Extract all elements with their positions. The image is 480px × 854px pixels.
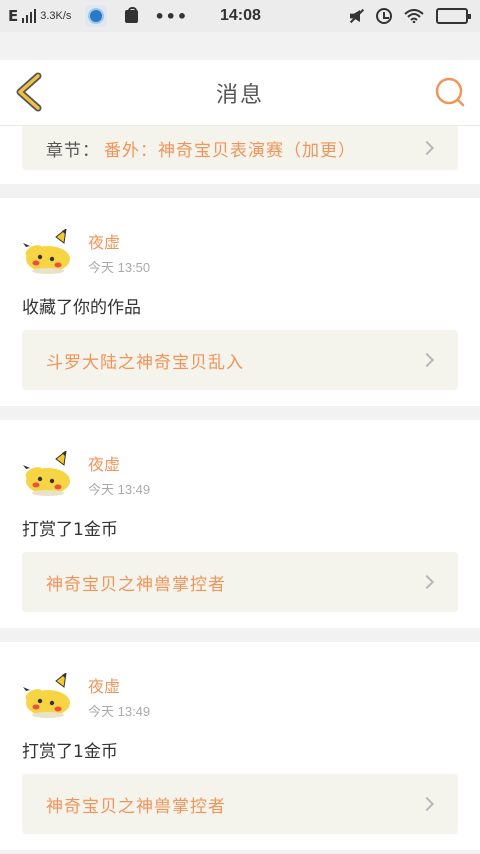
chapter-name: 番外：神奇宝贝表演赛（加更）	[104, 140, 356, 161]
user-info: 夜虚 今天 13:50	[88, 229, 150, 276]
network-speed: 3.3K/s	[40, 10, 72, 22]
chevron-right-icon	[419, 140, 435, 156]
work-title: 斗罗大陆之神奇宝贝乱入	[46, 352, 244, 373]
avatar[interactable]	[22, 673, 76, 719]
avatar[interactable]	[22, 229, 76, 275]
work-link[interactable]: 斗罗大陆之神奇宝贝乱入	[22, 330, 458, 390]
message-header: 夜虚 今天 13:49	[22, 642, 458, 724]
user-name[interactable]: 夜虚	[88, 451, 150, 475]
avatar[interactable]	[22, 451, 76, 497]
message-time: 今天 13:49	[88, 703, 151, 719]
user-name[interactable]: 夜虚	[88, 229, 150, 253]
message-card: 夜虚 今天 13:49 打赏了1金币 神奇宝贝之神兽掌控者	[0, 642, 480, 850]
message-header: 夜虚 今天 13:50	[22, 198, 458, 280]
work-title: 神奇宝贝之神兽掌控者	[46, 796, 226, 817]
message-list: 章节： 番外：神奇宝贝表演赛（加更） 夜虚 今天 13:50 收藏了你的作品 斗…	[0, 126, 480, 850]
work-link[interactable]: 神奇宝贝之神兽掌控者	[22, 552, 458, 612]
message-time: 今天 13:49	[88, 481, 151, 497]
chevron-right-icon	[419, 796, 435, 812]
mute-icon	[348, 8, 364, 24]
status-bar: E 3.3K/s ••• 14:08	[0, 0, 480, 32]
alarm-icon	[376, 8, 392, 24]
divider	[0, 628, 480, 642]
search-icon[interactable]	[434, 76, 466, 108]
user-info: 夜虚 今天 13:49	[88, 451, 150, 498]
message-time: 今天 13:50	[88, 259, 151, 275]
chevron-right-icon	[419, 574, 435, 590]
user-info: 夜虚 今天 13:49	[88, 673, 150, 720]
divider	[0, 184, 480, 198]
message-card-partial: 章节： 番外：神奇宝贝表演赛（加更）	[0, 126, 480, 184]
more-notifications-icon: •••	[154, 6, 189, 26]
work-link[interactable]: 神奇宝贝之神兽掌控者	[22, 774, 458, 834]
battery-icon	[436, 8, 471, 24]
back-arrow-icon[interactable]	[14, 72, 46, 112]
signal-strength-icon	[22, 9, 37, 23]
clock: 14:08	[220, 7, 261, 24]
page-title: 消息	[215, 82, 264, 108]
work-title: 神奇宝贝之神兽掌控者	[46, 574, 226, 595]
message-action: 收藏了你的作品	[22, 297, 141, 318]
message-action: 打赏了1金币	[22, 741, 118, 762]
network-type-label: E	[8, 7, 19, 25]
chapter-link[interactable]: 章节： 番外：神奇宝贝表演赛（加更）	[22, 126, 458, 170]
browser-app-icon	[85, 5, 108, 27]
message-header: 夜虚 今天 13:49	[22, 420, 458, 502]
divider	[0, 406, 480, 420]
nav-bar: 消息	[0, 60, 480, 126]
chapter-prefix: 章节：	[46, 140, 100, 161]
message-card: 夜虚 今天 13:49 打赏了1金币 神奇宝贝之神兽掌控者	[0, 420, 480, 628]
message-action: 打赏了1金币	[22, 519, 118, 540]
wifi-icon	[404, 9, 424, 23]
message-card: 夜虚 今天 13:50 收藏了你的作品 斗罗大陆之神奇宝贝乱入	[0, 198, 480, 406]
shopping-bag-icon	[125, 6, 139, 23]
chapter-title: 章节： 番外：神奇宝贝表演赛（加更）	[46, 136, 356, 161]
user-name[interactable]: 夜虚	[88, 673, 150, 697]
chevron-right-icon	[419, 352, 435, 368]
